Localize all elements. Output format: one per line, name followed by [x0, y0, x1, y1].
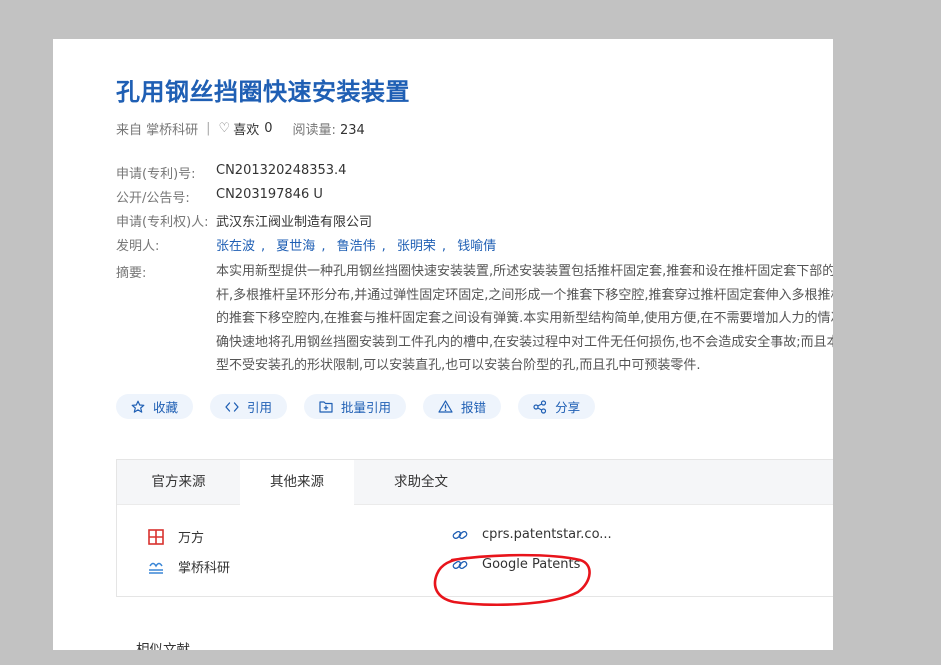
wanfang-logo-icon	[148, 528, 164, 545]
application-number-label: 申请(专利)号:	[116, 167, 196, 182]
reads-count: 234	[340, 123, 365, 138]
patent-detail-page: 孔用钢丝挡圈快速安装装置 来自 掌桥科研 | ♡ 喜欢 0 阅读量: 234 申…	[53, 39, 833, 650]
abstract-line: 杆,多根推杆呈环形分布,并通过弹性固定环固定,之间形成一个推套下移空腔,推套穿过…	[216, 287, 833, 303]
abstract-label: 摘要:	[116, 266, 147, 281]
share-icon	[533, 399, 547, 414]
inventor-link[interactable]: 张在波	[216, 239, 255, 254]
abstract-line: 型不受安装孔的形状限制,可以安装直孔,也可以安装台阶型的孔,而且孔中可预装零件.	[216, 358, 701, 374]
like-toggle[interactable]: ♡ 喜欢 0	[219, 119, 273, 138]
cite-button[interactable]: 引用	[210, 394, 288, 419]
star-icon	[131, 400, 145, 413]
likes-count: 0	[264, 121, 273, 136]
publication-number-value: CN203197846 U	[216, 187, 323, 202]
source-label: 掌桥科研	[178, 561, 231, 576]
publication-number-label: 公开/公告号:	[116, 191, 190, 206]
page-title: 孔用钢丝挡圈快速安装装置	[116, 78, 410, 106]
favorite-label: 收藏	[153, 400, 179, 415]
heart-icon: ♡	[218, 121, 231, 136]
source-zhangqiao[interactable]: 掌桥科研	[148, 557, 230, 576]
similar-literature-heading: 相似文献	[136, 642, 190, 650]
cite-label: 引用	[247, 400, 273, 415]
inventor-link[interactable]: 钱喻倩	[457, 239, 496, 254]
inventor-link[interactable]: 夏世海	[276, 239, 315, 254]
tab-request-fulltext[interactable]: 求助全文	[354, 460, 488, 505]
batch-cite-button[interactable]: 批量引用	[304, 394, 407, 419]
applicant-value: 武汉东江阀业制造有限公司	[216, 215, 373, 230]
abstract-line: 的推套下移空腔内,在推套与推杆固定套之间设有弹簧.本实用新型结构简单,使用方便,…	[216, 311, 833, 327]
source-label: Google Patents	[482, 557, 581, 572]
source-wanfang[interactable]: 万方	[148, 527, 204, 546]
meta-row: 来自 掌桥科研 | ♡ 喜欢 0 阅读量: 234	[116, 119, 365, 138]
applicant-label: 申请(专利权)人:	[116, 215, 209, 230]
link-icon	[452, 560, 468, 569]
inventors-list: 张在波, 夏世海, 鲁浩伟, 张明荣, 钱喻倩	[216, 239, 497, 254]
abstract-text: 本实用新型提供一种孔用钢丝挡圈快速安装装置,所述安装装置包括推杆固定套,推套和设…	[216, 260, 833, 378]
source-google-patents-link[interactable]: Google Patents	[452, 557, 580, 572]
share-label: 分享	[555, 400, 581, 415]
likes-label: 喜欢	[233, 123, 260, 138]
folder-add-icon	[319, 401, 333, 413]
link-icon	[452, 530, 468, 539]
source-tabs: 官方来源 其他来源 求助全文	[117, 460, 833, 505]
share-button[interactable]: 分享	[518, 394, 596, 419]
source-patentstar-link[interactable]: cprs.patentstar.co...	[452, 527, 612, 542]
report-label: 报错	[461, 400, 487, 415]
code-brackets-icon	[225, 401, 239, 412]
reads-info: 阅读量: 234	[292, 119, 364, 138]
report-button[interactable]: 报错	[423, 394, 502, 419]
warning-icon	[438, 400, 453, 413]
source-label: 万方	[178, 531, 205, 546]
zhangqiao-logo-icon	[149, 562, 163, 574]
reads-label: 阅读量:	[292, 123, 336, 138]
abstract-line: 确快速地将孔用钢丝挡圈安装到工件孔内的槽中,在安装过程中对工件无任何损伤,也不会…	[216, 334, 833, 350]
sources-panel: 官方来源 其他来源 求助全文 万方 掌桥科研 cprs.patentstar.c…	[116, 459, 833, 597]
batch-cite-label: 批量引用	[341, 400, 392, 415]
action-bar: 收藏 引用 批量引用 报错 分享	[116, 394, 612, 419]
inventor-link[interactable]: 鲁浩伟	[337, 239, 376, 254]
application-number-value: CN201320248353.4	[216, 163, 347, 178]
tab-official-sources[interactable]: 官方来源	[117, 460, 240, 505]
source-text: 来自 掌桥科研	[116, 123, 199, 138]
abstract-line: 本实用新型提供一种孔用钢丝挡圈快速安装装置,所述安装装置包括推杆固定套,推套和设…	[216, 264, 833, 279]
favorite-button[interactable]: 收藏	[116, 394, 194, 419]
tab-other-sources[interactable]: 其他来源	[240, 460, 354, 505]
meta-divider: |	[206, 121, 211, 136]
inventors-label: 发明人:	[116, 239, 160, 254]
inventor-link[interactable]: 张明荣	[397, 239, 436, 254]
source-label: cprs.patentstar.co...	[482, 527, 612, 542]
